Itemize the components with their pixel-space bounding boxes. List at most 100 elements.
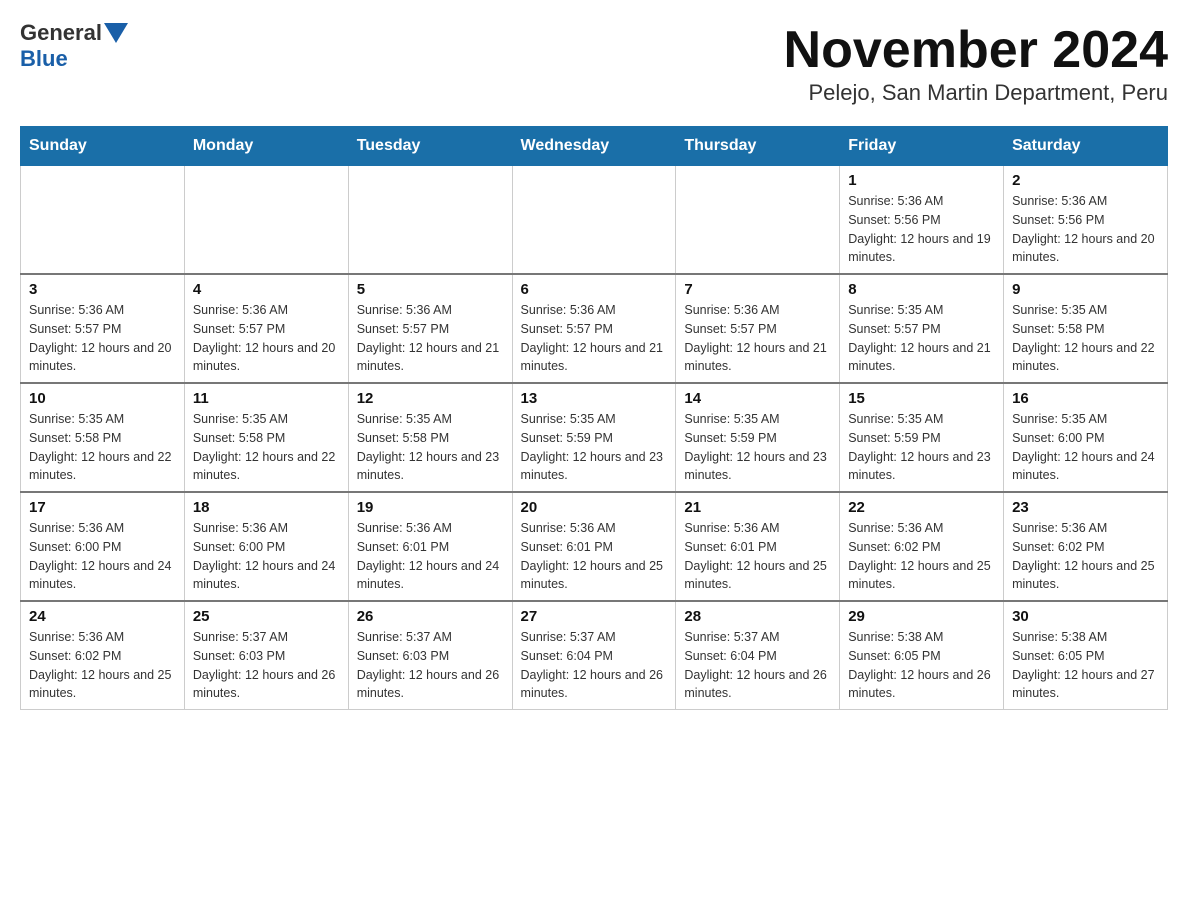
day-info: Sunrise: 5:35 AMSunset: 5:59 PMDaylight:… bbox=[684, 410, 831, 485]
day-number: 27 bbox=[521, 608, 668, 625]
day-number: 20 bbox=[521, 499, 668, 516]
calendar-week-2: 3 Sunrise: 5:36 AMSunset: 5:57 PMDaylight… bbox=[21, 274, 1168, 383]
calendar-cell bbox=[21, 166, 185, 275]
day-info: Sunrise: 5:35 AMSunset: 5:58 PMDaylight:… bbox=[1012, 301, 1159, 376]
day-number: 12 bbox=[357, 390, 504, 407]
calendar-cell: 6Sunrise: 5:36 AMSunset: 5:57 PMDaylight… bbox=[512, 274, 676, 383]
day-info: Sunrise: 5:35 AMSunset: 5:57 PMDaylight:… bbox=[848, 301, 995, 376]
day-info: Sunrise: 5:35 AMSunset: 5:59 PMDaylight:… bbox=[521, 410, 668, 485]
day-number: 11 bbox=[193, 390, 340, 407]
page-subtitle: Pelejo, San Martin Department, Peru bbox=[784, 80, 1168, 106]
calendar-cell: 30 Sunrise: 5:38 AMSunset: 6:05 PMDayligh… bbox=[1004, 601, 1168, 710]
day-info: Sunrise: 5:36 AMSunset: 6:00 PMDaylight:… bbox=[193, 519, 340, 594]
calendar-cell: 26Sunrise: 5:37 AMSunset: 6:03 PMDayligh… bbox=[348, 601, 512, 710]
day-info: Sunrise: 5:38 AMSunset: 6:05 PMDaylight:… bbox=[1012, 628, 1159, 703]
calendar-cell: 14 Sunrise: 5:35 AMSunset: 5:59 PMDayligh… bbox=[676, 383, 840, 492]
day-info: Sunrise: 5:38 AMSunset: 6:05 PMDaylight:… bbox=[848, 628, 995, 703]
calendar-table: SundayMondayTuesdayWednesdayThursdayFrid… bbox=[20, 126, 1168, 710]
day-info: Sunrise: 5:35 AMSunset: 5:58 PMDaylight:… bbox=[357, 410, 504, 485]
day-number: 8 bbox=[848, 281, 995, 298]
weekday-header-sunday: Sunday bbox=[21, 127, 185, 166]
day-info: Sunrise: 5:36 AMSunset: 6:01 PMDaylight:… bbox=[521, 519, 668, 594]
day-info: Sunrise: 5:35 AMSunset: 5:58 PMDaylight:… bbox=[193, 410, 340, 485]
day-info: Sunrise: 5:36 AMSunset: 6:02 PMDaylight:… bbox=[29, 628, 176, 703]
day-number: 1 bbox=[848, 172, 995, 189]
day-number: 6 bbox=[521, 281, 668, 298]
calendar-cell: 10 Sunrise: 5:35 AMSunset: 5:58 PMDayligh… bbox=[21, 383, 185, 492]
day-number: 30 bbox=[1012, 608, 1159, 625]
calendar-cell: 5 Sunrise: 5:36 AMSunset: 5:57 PMDaylight… bbox=[348, 274, 512, 383]
calendar-cell: 18 Sunrise: 5:36 AMSunset: 6:00 PMDayligh… bbox=[184, 492, 348, 601]
calendar-cell: 11 Sunrise: 5:35 AMSunset: 5:58 PMDayligh… bbox=[184, 383, 348, 492]
day-number: 22 bbox=[848, 499, 995, 516]
calendar-cell: 24 Sunrise: 5:36 AMSunset: 6:02 PMDayligh… bbox=[21, 601, 185, 710]
day-info: Sunrise: 5:35 AMSunset: 6:00 PMDaylight:… bbox=[1012, 410, 1159, 485]
calendar-cell: 19 Sunrise: 5:36 AMSunset: 6:01 PMDayligh… bbox=[348, 492, 512, 601]
day-info: Sunrise: 5:36 AMSunset: 6:02 PMDaylight:… bbox=[848, 519, 995, 594]
calendar-cell: 29 Sunrise: 5:38 AMSunset: 6:05 PMDayligh… bbox=[840, 601, 1004, 710]
day-number: 9 bbox=[1012, 281, 1159, 298]
day-number: 5 bbox=[357, 281, 504, 298]
day-info: Sunrise: 5:36 AMSunset: 6:00 PMDaylight:… bbox=[29, 519, 176, 594]
weekday-header-wednesday: Wednesday bbox=[512, 127, 676, 166]
logo-general-text: General bbox=[20, 20, 102, 46]
day-number: 19 bbox=[357, 499, 504, 516]
calendar-week-1: 1 Sunrise: 5:36 AMSunset: 5:56 PMDaylight… bbox=[21, 166, 1168, 275]
day-info: Sunrise: 5:36 AMSunset: 5:57 PMDaylight:… bbox=[684, 301, 831, 376]
calendar-header-row: SundayMondayTuesdayWednesdayThursdayFrid… bbox=[21, 127, 1168, 166]
calendar-cell bbox=[184, 166, 348, 275]
page-header: General Blue November 2024 Pelejo, San M… bbox=[20, 20, 1168, 106]
calendar-week-4: 17 Sunrise: 5:36 AMSunset: 6:00 PMDayligh… bbox=[21, 492, 1168, 601]
day-number: 15 bbox=[848, 390, 995, 407]
day-number: 24 bbox=[29, 608, 176, 625]
day-number: 23 bbox=[1012, 499, 1159, 516]
calendar-cell: 12 Sunrise: 5:35 AMSunset: 5:58 PMDayligh… bbox=[348, 383, 512, 492]
day-number: 29 bbox=[848, 608, 995, 625]
calendar-cell bbox=[512, 166, 676, 275]
calendar-cell: 2 Sunrise: 5:36 AMSunset: 5:56 PMDaylight… bbox=[1004, 166, 1168, 275]
weekday-header-monday: Monday bbox=[184, 127, 348, 166]
day-info: Sunrise: 5:37 AMSunset: 6:04 PMDaylight:… bbox=[684, 628, 831, 703]
calendar-week-5: 24 Sunrise: 5:36 AMSunset: 6:02 PMDayligh… bbox=[21, 601, 1168, 710]
calendar-cell: 9 Sunrise: 5:35 AMSunset: 5:58 PMDaylight… bbox=[1004, 274, 1168, 383]
day-number: 2 bbox=[1012, 172, 1159, 189]
day-number: 7 bbox=[684, 281, 831, 298]
day-number: 17 bbox=[29, 499, 176, 516]
day-number: 14 bbox=[684, 390, 831, 407]
day-info: Sunrise: 5:36 AMSunset: 6:02 PMDaylight:… bbox=[1012, 519, 1159, 594]
day-info: Sunrise: 5:35 AMSunset: 5:58 PMDaylight:… bbox=[29, 410, 176, 485]
day-info: Sunrise: 5:36 AMSunset: 5:56 PMDaylight:… bbox=[1012, 192, 1159, 267]
calendar-cell: 3 Sunrise: 5:36 AMSunset: 5:57 PMDaylight… bbox=[21, 274, 185, 383]
page-title: November 2024 bbox=[784, 20, 1168, 80]
calendar-week-3: 10 Sunrise: 5:35 AMSunset: 5:58 PMDayligh… bbox=[21, 383, 1168, 492]
day-info: Sunrise: 5:36 AMSunset: 5:57 PMDaylight:… bbox=[357, 301, 504, 376]
day-info: Sunrise: 5:36 AMSunset: 6:01 PMDaylight:… bbox=[684, 519, 831, 594]
day-info: Sunrise: 5:36 AMSunset: 5:57 PMDaylight:… bbox=[29, 301, 176, 376]
calendar-cell: 22 Sunrise: 5:36 AMSunset: 6:02 PMDayligh… bbox=[840, 492, 1004, 601]
weekday-header-tuesday: Tuesday bbox=[348, 127, 512, 166]
calendar-cell: 25 Sunrise: 5:37 AMSunset: 6:03 PMDayligh… bbox=[184, 601, 348, 710]
day-info: Sunrise: 5:37 AMSunset: 6:04 PMDaylight:… bbox=[521, 628, 668, 703]
day-info: Sunrise: 5:36 AMSunset: 5:57 PMDaylight:… bbox=[193, 301, 340, 376]
weekday-header-friday: Friday bbox=[840, 127, 1004, 166]
logo-triangle-icon bbox=[104, 23, 128, 43]
calendar-cell: 17 Sunrise: 5:36 AMSunset: 6:00 PMDayligh… bbox=[21, 492, 185, 601]
calendar-cell: 20 Sunrise: 5:36 AMSunset: 6:01 PMDayligh… bbox=[512, 492, 676, 601]
calendar-cell: 15 Sunrise: 5:35 AMSunset: 5:59 PMDayligh… bbox=[840, 383, 1004, 492]
day-number: 18 bbox=[193, 499, 340, 516]
logo-blue-text: Blue bbox=[20, 46, 68, 72]
day-number: 21 bbox=[684, 499, 831, 516]
day-info: Sunrise: 5:37 AMSunset: 6:03 PMDaylight:… bbox=[193, 628, 340, 703]
day-info: Sunrise: 5:36 AMSunset: 6:01 PMDaylight:… bbox=[357, 519, 504, 594]
day-number: 10 bbox=[29, 390, 176, 407]
day-info: Sunrise: 5:35 AMSunset: 5:59 PMDaylight:… bbox=[848, 410, 995, 485]
day-number: 26 bbox=[357, 608, 504, 625]
calendar-cell: 16Sunrise: 5:35 AMSunset: 6:00 PMDayligh… bbox=[1004, 383, 1168, 492]
calendar-cell bbox=[348, 166, 512, 275]
day-number: 28 bbox=[684, 608, 831, 625]
calendar-cell: 21 Sunrise: 5:36 AMSunset: 6:01 PMDayligh… bbox=[676, 492, 840, 601]
day-number: 3 bbox=[29, 281, 176, 298]
calendar-cell: 13Sunrise: 5:35 AMSunset: 5:59 PMDayligh… bbox=[512, 383, 676, 492]
day-number: 25 bbox=[193, 608, 340, 625]
weekday-header-thursday: Thursday bbox=[676, 127, 840, 166]
